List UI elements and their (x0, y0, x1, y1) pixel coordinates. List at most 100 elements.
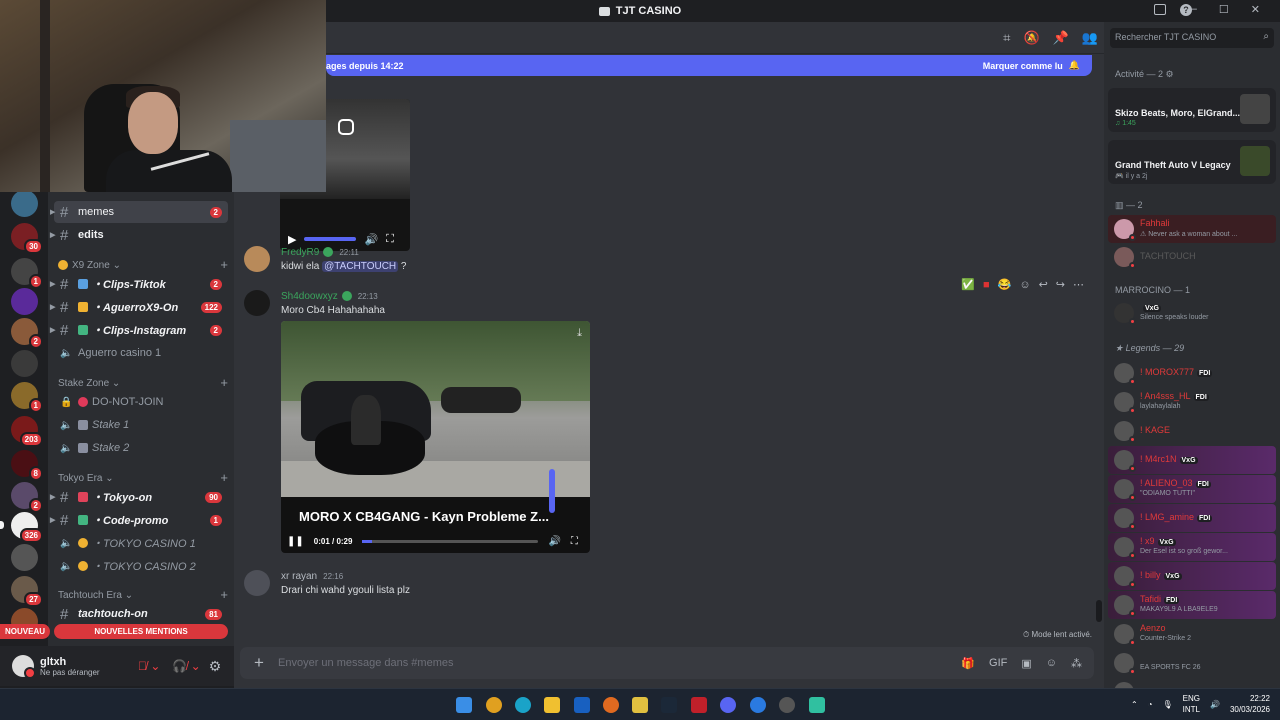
member-item[interactable]: ! ALIENO_03 FDI "ODIAMO TUTTI" (1108, 475, 1276, 503)
download-icon[interactable]: ⤓ (577, 327, 582, 340)
member-item[interactable]: VxG (1108, 678, 1276, 688)
server-icon[interactable]: 30 (11, 223, 43, 254)
language-indicator[interactable]: ENG INTL (1183, 693, 1200, 715)
add-channel-icon[interactable]: + (220, 588, 228, 601)
app-icon[interactable] (809, 697, 825, 713)
steam-icon[interactable] (661, 697, 677, 713)
pause-icon[interactable]: ❚❚ (287, 536, 304, 547)
video-progress-bar[interactable] (362, 539, 539, 543)
voice-channel-tokyo-casino-2[interactable]: 🔈 ・TOKYO CASINO 2 (54, 555, 228, 577)
voice-channel-stake-2[interactable]: 🔈 Stake 2 (54, 437, 228, 459)
forward-icon[interactable]: ↪ (1056, 278, 1065, 291)
avatar[interactable] (244, 246, 270, 272)
member-item[interactable]: ! billy VxG (1108, 562, 1276, 590)
notifications-muted-icon[interactable]: 🔕 (1023, 30, 1039, 46)
fullscreen-icon[interactable]: ⛶ (571, 536, 578, 547)
attach-plus-icon[interactable]: + (240, 653, 278, 673)
threads-icon[interactable]: ⌗ (1003, 30, 1010, 46)
inbox-icon[interactable] (1154, 4, 1166, 15)
channel-edits[interactable]: ▶ # edits (50, 224, 228, 246)
deafen-icon[interactable]: 🎧̸ ⌄ (172, 659, 200, 673)
add-channel-icon[interactable]: + (220, 376, 228, 389)
member-item[interactable]: Tafidi FDI MAKAY9L9 A LBA9ELE9 (1108, 591, 1276, 619)
voice-channel-aguerro-casino[interactable]: 🔈 Aguerro casino 1 (54, 342, 228, 364)
category-tokyo-era[interactable]: Tokyo Era ⌄ + (58, 471, 228, 484)
member-item[interactable]: ! KAGE (1108, 417, 1276, 445)
reply-icon[interactable]: ↩ (1039, 278, 1048, 291)
add-channel-icon[interactable]: + (220, 258, 228, 271)
discord-icon[interactable] (720, 697, 736, 713)
avatar[interactable] (244, 570, 270, 596)
volume-icon[interactable]: 🔊 (364, 233, 378, 246)
add-channel-icon[interactable]: + (220, 471, 228, 484)
emoji-icon[interactable]: ☺ (1046, 657, 1057, 670)
app-icon[interactable] (750, 697, 766, 713)
minimize-button[interactable]: — (1186, 3, 1197, 16)
member-item[interactable]: ! An4sss_HL FDI laylahaylalah (1108, 388, 1276, 416)
member-item[interactable]: ! M4rc1N VxG (1108, 446, 1276, 474)
app-icon[interactable] (632, 697, 648, 713)
server-icon[interactable]: 1 (11, 258, 43, 289)
check-reaction-icon[interactable]: ✅ (961, 278, 975, 291)
channel-clips-tiktok[interactable]: ▶ # ・Clips-Tiktok 2 (50, 273, 228, 295)
channel-tokyo-on[interactable]: ▶ # ・Tokyo-on 90 (50, 486, 228, 508)
member-item[interactable]: VxG Silence speaks louder (1108, 299, 1276, 327)
new-messages-banner[interactable]: ages depuis 14:22 Marquer comme lu 🔔 (326, 55, 1092, 76)
member-item[interactable]: Fahhali ⚠ Never ask a woman about ... (1108, 215, 1276, 243)
new-mentions-button[interactable]: NOUVELLES MENTIONS (54, 624, 228, 639)
windows-start-icon[interactable] (456, 697, 472, 713)
mute-mic-icon[interactable]: 🎙̸ ⌄ (138, 659, 160, 673)
volume-slider[interactable] (304, 237, 357, 241)
channel-clips-instagram[interactable]: ▶ # ・Clips-Instagram 2 (50, 319, 228, 341)
edge-icon[interactable] (515, 697, 531, 713)
mic-icon[interactable]: 🎙 (1162, 700, 1172, 709)
message-author[interactable]: FredyR9 22:11 (281, 247, 359, 258)
more-options-icon[interactable]: ⋯ (1073, 278, 1084, 291)
sticker-icon[interactable]: ▣ (1021, 657, 1031, 670)
video-player[interactable]: ⤓ MORO X CB4GANG - Kayn Probleme Z... ❚❚… (281, 321, 590, 553)
server-icon[interactable]: 27 (11, 576, 43, 607)
volume-icon[interactable]: 🔊 (548, 536, 560, 547)
scrollbar[interactable] (1096, 600, 1102, 622)
new-badge[interactable]: NOUVEAU (0, 624, 51, 639)
chrome-icon[interactable] (486, 697, 502, 713)
app-icon[interactable] (691, 697, 707, 713)
server-icon[interactable]: 8 (11, 450, 43, 481)
channel-memes[interactable]: ▶ # memes 2 (50, 201, 228, 223)
channel-code-promo[interactable]: ▶ # ・Code-promo 1 (50, 509, 228, 531)
voice-channel-stake-1[interactable]: 🔈 Stake 1 (54, 414, 228, 436)
category-tachtouch-era[interactable]: Tachtouch Era ⌄ + (58, 588, 228, 601)
message-input[interactable] (278, 657, 962, 669)
activity-card[interactable]: Skizo Beats, Moro, ElGrand... ♫ 1:45 (1108, 88, 1276, 132)
category-x9-zone[interactable]: X9 Zone ⌄ + (58, 258, 228, 271)
server-icon[interactable] (11, 350, 38, 377)
server-icon[interactable] (11, 288, 38, 315)
member-item[interactable]: ! x9 VxG Der Esel ist so groß gewor... (1108, 533, 1276, 561)
apps-icon[interactable]: ⁂ (1071, 657, 1082, 670)
maximize-button[interactable]: ☐ (1219, 3, 1229, 16)
channel-tachtouch-on[interactable]: # tachtouch-on 81 (54, 603, 228, 625)
app-icon[interactable] (779, 697, 795, 713)
server-icon[interactable]: 2 (11, 482, 43, 513)
server-icon[interactable]: 203 (11, 416, 43, 447)
gift-icon[interactable]: 🎁 (961, 657, 975, 670)
flag-reaction-icon[interactable]: ■ (983, 279, 990, 291)
server-icon[interactable] (11, 544, 38, 571)
server-icon[interactable]: 2 (11, 318, 43, 349)
message-author[interactable]: xr rayan 22:16 (281, 571, 343, 582)
fullscreen-icon[interactable]: ⛶ (386, 233, 394, 246)
member-item[interactable]: EA SPORTS FC 26 (1108, 649, 1276, 677)
new-mentions-bar[interactable]: NOUVELLES MENTIONS (48, 624, 234, 642)
user-mention[interactable]: @TACHTOUCH (322, 261, 399, 272)
speaker-icon[interactable]: 🔊 (1210, 700, 1220, 709)
pin-icon[interactable]: 📌 (1053, 30, 1069, 46)
outlook-icon[interactable] (574, 697, 590, 713)
channel-aguerrox9-on[interactable]: ▶ # ・AguerroX9-On 122 (50, 296, 228, 318)
server-icon[interactable] (11, 190, 38, 217)
gif-icon[interactable]: GIF (989, 657, 1007, 670)
close-button[interactable]: ✕ (1251, 3, 1260, 16)
mark-as-read-button[interactable]: Marquer comme lu 🔔 (983, 60, 1080, 71)
file-explorer-icon[interactable] (544, 697, 560, 713)
add-reaction-icon[interactable]: ☺ (1019, 279, 1030, 291)
tray-chevron-icon[interactable]: ⌃ (1131, 700, 1138, 709)
